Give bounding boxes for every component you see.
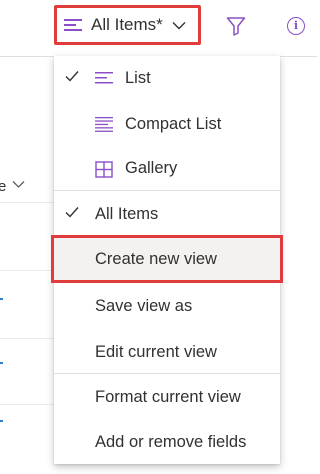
current-view-label: All Items* <box>91 15 163 34</box>
menu-item-label: All Items <box>95 205 159 223</box>
menu-item-all-items[interactable]: All Items <box>54 192 280 236</box>
menu-item-save-view-as[interactable]: Save view as <box>54 284 280 328</box>
row-link-fragment[interactable] <box>0 420 3 422</box>
menu-item-compact-list[interactable]: Compact List <box>54 102 280 146</box>
row-link-fragment[interactable] <box>0 362 3 364</box>
view-options-menu: List Compact List Gallery All Items Crea… <box>51 56 283 464</box>
row-divider <box>0 404 60 405</box>
info-icon[interactable]: i <box>287 17 305 35</box>
column-header-label: e <box>0 178 7 195</box>
menu-item-gallery[interactable]: Gallery <box>54 146 280 190</box>
row-divider <box>0 202 60 203</box>
row-link-fragment[interactable] <box>0 298 3 300</box>
row-divider <box>0 270 60 271</box>
row-divider <box>0 338 60 339</box>
menu-item-label: Format current view <box>95 388 241 406</box>
command-bar: All Items* i <box>0 0 317 57</box>
menu-item-add-remove-fields[interactable]: Add or remove fields <box>54 420 280 464</box>
menu-item-label: List <box>125 69 151 87</box>
compact-list-icon <box>95 117 113 132</box>
menu-item-label: Edit current view <box>95 343 217 361</box>
menu-item-label: Compact List <box>125 115 222 133</box>
chevron-down-icon <box>12 181 25 188</box>
chevron-down-icon <box>172 21 186 29</box>
column-header-partial[interactable]: e <box>0 172 40 202</box>
menu-item-create-new-view[interactable]: Create new view <box>51 235 283 283</box>
checkmark-icon <box>65 71 79 82</box>
menu-item-format-current-view[interactable]: Format current view <box>54 375 280 419</box>
checkmark-icon <box>65 207 79 218</box>
menu-divider <box>54 373 280 374</box>
menu-item-label: Save view as <box>95 297 193 315</box>
menu-item-label: Create new view <box>95 250 217 268</box>
view-list-icon <box>64 19 82 31</box>
list-icon <box>95 71 113 86</box>
menu-item-edit-current-view[interactable]: Edit current view <box>54 330 280 374</box>
menu-item-label: Add or remove fields <box>95 433 247 451</box>
menu-divider <box>54 190 280 191</box>
view-switcher-button[interactable]: All Items* <box>54 5 201 45</box>
menu-item-label: Gallery <box>125 159 178 177</box>
menu-item-list[interactable]: List <box>54 56 280 100</box>
filter-icon[interactable] <box>226 16 246 36</box>
gallery-icon <box>95 161 113 178</box>
